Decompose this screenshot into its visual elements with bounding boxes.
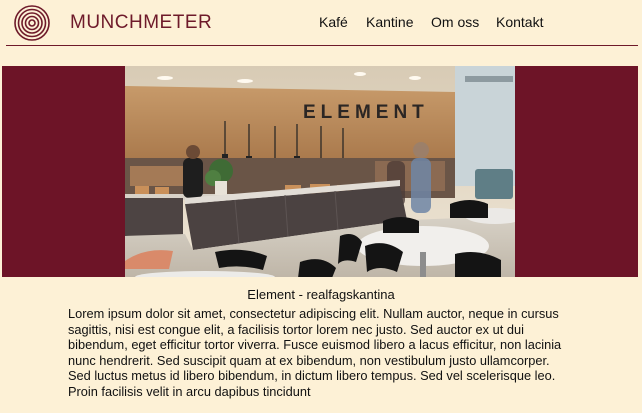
- element-sign-text: ELEMENT: [303, 102, 429, 123]
- nav-link-kafe[interactable]: Kafé: [319, 14, 348, 30]
- nav-link-kontakt[interactable]: Kontakt: [496, 14, 543, 30]
- site-header: MUNCHMETER Kafé Kantine Om oss Kontakt: [0, 0, 642, 46]
- article-body-text: Lorem ipsum dolor sit amet, consectetur …: [68, 306, 562, 399]
- header-divider: [6, 45, 638, 46]
- photo-caption: Element - realfagskantina: [247, 287, 395, 302]
- canteen-photo: ELEMENT: [125, 66, 515, 277]
- canteen-photo-illustration: ELEMENT: [125, 66, 515, 277]
- main-nav: Kafé Kantine Om oss Kontakt: [0, 14, 642, 34]
- nav-link-kantine[interactable]: Kantine: [366, 14, 413, 30]
- nav-link-om-oss[interactable]: Om oss: [431, 14, 479, 30]
